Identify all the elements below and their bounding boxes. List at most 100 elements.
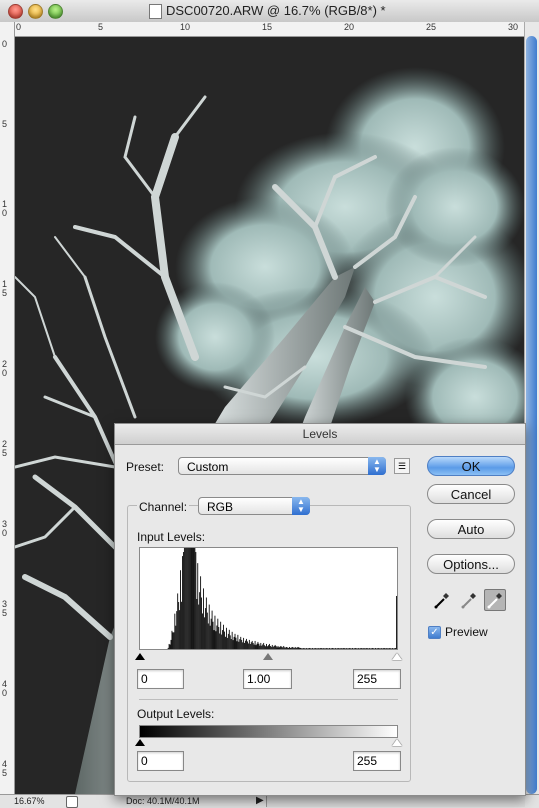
vertical-ruler[interactable]: 0 5 1 0 1 5 2 0 2 5 3 0 3 5 4 0 4 5 (0, 22, 15, 794)
auto-button[interactable]: Auto (427, 519, 515, 539)
channel-label: Channel: (137, 500, 190, 514)
window-title-bar[interactable]: DSC00720.ARW @ 16.7% (RGB/8*) * (0, 0, 539, 23)
output-black-field[interactable]: 0 (137, 751, 184, 771)
levels-dialog: Levels Preset: Custom ▲ ▼ ☰ Channel: RGB … (114, 423, 526, 796)
histogram-bar (333, 648, 335, 649)
histogram-bar (241, 639, 243, 649)
histogram-bar (230, 639, 232, 649)
histogram-bar (320, 647, 322, 649)
histogram-bar (263, 642, 265, 649)
histogram-bar (292, 647, 294, 649)
white-eyedropper-icon[interactable] (484, 589, 506, 611)
horizontal-ruler[interactable]: 0 5 10 15 20 25 30 (14, 22, 524, 37)
histogram-bar (325, 648, 327, 649)
histogram-bar (304, 648, 306, 649)
ruler-label: 2 0 (2, 359, 8, 378)
cancel-button[interactable]: Cancel (427, 484, 515, 504)
histogram-chart (167, 548, 397, 649)
histogram-bar (196, 599, 198, 649)
output-levels-label: Output Levels: (137, 707, 215, 721)
histogram-bar (257, 641, 259, 649)
histogram-bar (267, 646, 268, 649)
zoom-level[interactable]: 16.67% (14, 796, 45, 806)
histogram-bar (288, 647, 289, 649)
histogram-bar (328, 648, 330, 649)
histogram-bar (326, 647, 328, 649)
histogram-bar (314, 647, 316, 649)
histogram-bar (342, 648, 344, 649)
channel-value: RGB (207, 500, 234, 514)
histogram-bar (168, 643, 170, 649)
histogram-bar (392, 647, 394, 649)
histogram-bar (383, 647, 385, 649)
input-white-slider[interactable] (392, 653, 402, 660)
histogram-bar (277, 645, 279, 649)
histogram-bar (391, 648, 393, 649)
options-button[interactable]: Options... (427, 554, 515, 574)
histogram-bar (176, 611, 178, 649)
histogram-bar (238, 641, 240, 649)
histogram-bar (269, 645, 271, 649)
histogram-bar (250, 642, 252, 649)
output-white-slider[interactable] (392, 739, 402, 746)
input-white-field[interactable]: 255 (353, 669, 401, 689)
ruler-label: 30 (508, 22, 519, 32)
histogram-bar (229, 635, 231, 649)
histogram-bar (384, 648, 386, 649)
minimize-window-button[interactable] (28, 4, 43, 19)
histogram-bar (181, 601, 182, 649)
histogram-bar (236, 641, 238, 649)
histogram-bar (246, 638, 247, 649)
histogram-bar (393, 648, 395, 649)
output-white-field[interactable]: 255 (353, 751, 401, 771)
histogram-bar (335, 648, 337, 649)
histogram-bar (339, 648, 341, 649)
ok-button[interactable]: OK (427, 456, 515, 476)
preset-select[interactable]: Custom ▲ ▼ (178, 457, 386, 475)
histogram-bar (251, 640, 253, 649)
input-gamma-field[interactable]: 1.00 (243, 669, 292, 689)
histogram-bar (299, 647, 301, 649)
histogram-bar (308, 648, 310, 649)
close-window-button[interactable] (8, 4, 23, 19)
histogram-bar (336, 648, 338, 649)
histogram-bar (240, 636, 242, 649)
output-black-slider[interactable] (135, 739, 145, 746)
histogram-bar (248, 639, 250, 649)
preview-checkbox[interactable]: ✓ (428, 626, 441, 639)
input-black-field[interactable]: 0 (137, 669, 184, 689)
vertical-scroll-thumb[interactable] (526, 36, 537, 794)
histogram (139, 547, 398, 650)
histogram-bar (265, 646, 267, 649)
histogram-bar (207, 623, 209, 649)
histogram-bar (353, 648, 354, 649)
dialog-title[interactable]: Levels (115, 424, 525, 445)
input-black-slider[interactable] (135, 653, 145, 660)
status-info-icon[interactable] (66, 796, 78, 808)
histogram-bar (169, 644, 171, 649)
ruler-label: 3 0 (2, 519, 8, 538)
input-gamma-slider[interactable] (263, 653, 273, 660)
black-eyedropper-icon[interactable] (431, 589, 453, 611)
histogram-bar (338, 648, 340, 649)
histogram-bar (185, 548, 187, 649)
popup-arrows-icon: ▲ ▼ (292, 497, 310, 515)
histogram-bar (352, 647, 353, 649)
histogram-bar (375, 648, 377, 649)
preset-value: Custom (187, 460, 229, 474)
gray-eyedropper-icon[interactable] (458, 589, 480, 611)
histogram-bar (234, 633, 236, 649)
histogram-bar (365, 648, 367, 649)
histogram-bar (233, 636, 235, 649)
histogram-bar (369, 647, 371, 649)
input-levels-label: Input Levels: (137, 530, 206, 544)
channel-select[interactable]: RGB ▲ ▼ (198, 497, 310, 515)
status-menu-arrow-icon[interactable]: ▶ (256, 795, 264, 806)
horizontal-scrollbar[interactable] (266, 796, 525, 807)
histogram-bar (276, 647, 278, 649)
histogram-bar (316, 648, 318, 649)
preset-options-icon[interactable]: ☰ (394, 458, 410, 474)
zoom-window-button[interactable] (48, 4, 63, 19)
ruler-label: 2 5 (2, 439, 8, 458)
histogram-bar (324, 648, 326, 649)
